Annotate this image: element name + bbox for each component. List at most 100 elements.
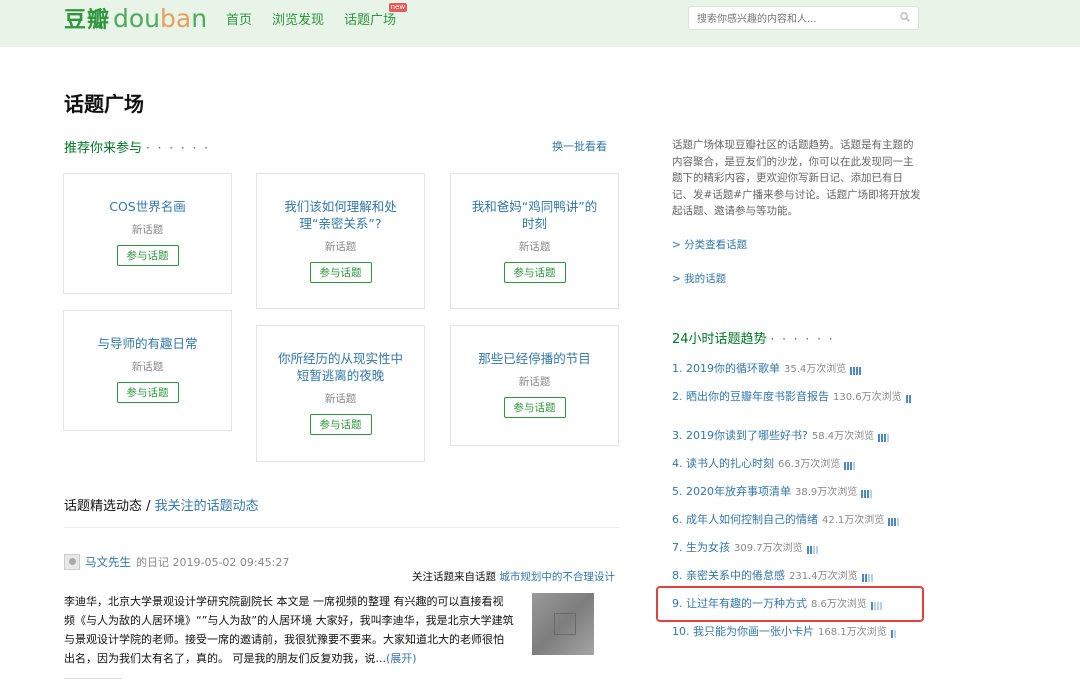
trend-title: 24小时话题趋势 (672, 332, 767, 347)
join-topic-button[interactable]: 参与话题 (309, 414, 372, 435)
trend-label[interactable]: 3. 2019你读到了哪些好书? (672, 429, 808, 442)
topic-card[interactable]: 我和爸妈“鸡同鸭讲”的时刻 新话题 参与话题 (450, 173, 619, 309)
new-badge: new (388, 3, 408, 12)
trend-bars (905, 393, 912, 403)
topic-card-sub: 新话题 (131, 224, 164, 236)
topic-card-title[interactable]: COS世界名画 (64, 198, 231, 215)
tab-separator: / (142, 499, 155, 514)
recommend-title: 推荐你来参与 (64, 141, 143, 156)
main-nav: 首页 浏览发现 话题广场 new (226, 3, 416, 28)
trend-bars (890, 628, 897, 638)
trend-item[interactable]: 1. 2019你的循环歌单 35.4万次浏览 (672, 362, 922, 377)
author-name[interactable]: 马文先生 (85, 554, 131, 570)
topic-card-title[interactable]: 与导师的有趣日常 (64, 335, 231, 352)
refresh-link[interactable]: 换一批看看 (552, 138, 607, 154)
join-topic-button[interactable]: 参与话题 (116, 382, 179, 403)
trend-bars (806, 544, 819, 554)
top-navbar: 豆瓣 douban 首页 浏览发现 话题广场 new (0, 0, 1080, 47)
join-topic-button[interactable]: 参与话题 (503, 262, 566, 283)
topic-card[interactable]: 那些已经停播的节目 新话题 参与话题 (450, 325, 619, 446)
section-dots: · · · · · · (770, 332, 835, 346)
highlight-box (656, 586, 924, 622)
nav-topics[interactable]: 话题广场 new (344, 3, 408, 28)
trend-label[interactable]: 7. 生为女孩 (672, 541, 730, 554)
trend-label[interactable]: 2. 晒出你的豆瓣年度书影音报告 (672, 390, 829, 403)
post-excerpt-text: 李迪华，北京大学景观设计学研究院副院长 本文是 一席视频的整理 有兴趣的可以直接… (64, 595, 514, 665)
trend-bars (844, 460, 856, 470)
trend-item[interactable]: 4. 读书人的扎心时刻 66.3万次浏览 (672, 457, 922, 472)
nav-home[interactable]: 首页 (226, 9, 252, 28)
join-topic-button[interactable]: 参与话题 (503, 397, 566, 418)
search-box (688, 6, 919, 31)
topic-card[interactable]: 你所经历的从现实性中短暂逃离的夜晚 新话题 参与话题 (256, 325, 425, 462)
trend-label[interactable]: 5. 2020年放弃事项清单 (672, 485, 791, 498)
logo-en-text: douban (113, 4, 208, 33)
topic-card-title[interactable]: 我们该如何理解和处理“亲密关系”? (257, 198, 424, 232)
expand-link[interactable]: (展开) (386, 652, 417, 665)
recommend-header: 推荐你来参与 · · · · · · 换一批看看 (64, 137, 619, 157)
topic-card-sub: 新话题 (518, 376, 551, 388)
avatar[interactable] (64, 554, 80, 570)
search-input[interactable] (689, 8, 889, 31)
trend-bars (861, 572, 874, 582)
browse-by-category-link[interactable]: > 分类查看话题 (672, 237, 747, 252)
topic-card-sub: 新话题 (324, 393, 357, 405)
trend-label[interactable]: 8. 亲密关系中的倦怠感 (672, 569, 785, 582)
topic-card-title[interactable]: 那些已经停播的节目 (451, 350, 618, 367)
trend-views: 168.1万次浏览 (818, 627, 887, 638)
trend-item[interactable]: 8. 亲密关系中的倦怠感 231.4万次浏览 (672, 569, 922, 584)
trend-bars (888, 516, 900, 526)
trend-header: 24小时话题趋势 · · · · · · (672, 328, 835, 347)
feed-tabs: 话题精选动态 / 我关注的话题动态 (64, 495, 259, 514)
nav-explore[interactable]: 浏览发现 (272, 9, 324, 28)
post-thumbnail[interactable] (532, 593, 594, 655)
trend-label[interactable]: 10. 我只能为你画一张小卡片 (672, 625, 814, 638)
topic-card[interactable]: 我们该如何理解和处理“亲密关系”? 新话题 参与话题 (256, 173, 425, 309)
trend-item[interactable]: 5. 2020年放弃事项清单 38.9万次浏览 (672, 485, 922, 500)
tab-featured[interactable]: 话题精选动态 (64, 499, 142, 514)
topic-card-sub: 新话题 (518, 241, 551, 253)
topic-card-sub: 新话题 (131, 361, 164, 373)
topic-source: 关注话题来自话题 城市规划中的不合理设计 (412, 569, 615, 584)
topic-card[interactable]: 与导师的有趣日常 新话题 参与话题 (63, 310, 232, 431)
trend-label[interactable]: 6. 成年人如何控制自己的情绪 (672, 513, 818, 526)
tab-following[interactable]: 我关注的话题动态 (155, 499, 259, 514)
trend-views: 130.6万次浏览 (833, 392, 902, 403)
topic-card-title[interactable]: 你所经历的从现实性中短暂逃离的夜晚 (257, 350, 424, 384)
topic-source-link[interactable]: 城市规划中的不合理设计 (499, 571, 615, 583)
trend-bars (878, 432, 890, 442)
divider (64, 527, 619, 528)
join-topic-button[interactable]: 参与话题 (309, 262, 372, 283)
search-icon[interactable] (900, 12, 910, 22)
trend-item[interactable]: 7. 生为女孩 309.7万次浏览 (672, 541, 922, 556)
trend-views: 42.1万次浏览 (822, 515, 885, 526)
trend-views: 38.9万次浏览 (795, 487, 858, 498)
my-topics-link[interactable]: > 我的话题 (672, 271, 726, 286)
topic-card-title[interactable]: 我和爸妈“鸡同鸭讲”的时刻 (451, 198, 618, 232)
post-excerpt: 李迪华，北京大学景观设计学研究院副院长 本文是 一席视频的整理 有兴趣的可以直接… (64, 592, 514, 668)
trend-views: 231.4万次浏览 (789, 571, 858, 582)
post-meta: 的日记 2019-05-02 09:45:27 (136, 556, 290, 569)
trend-item[interactable]: 10. 我只能为你画一张小卡片 168.1万次浏览 (672, 625, 922, 640)
trend-bars (850, 365, 862, 375)
trend-bars (861, 488, 873, 498)
trend-item[interactable]: 2. 晒出你的豆瓣年度书影音报告 130.6万次浏览 (672, 390, 922, 405)
trend-views: 58.4万次浏览 (811, 431, 875, 442)
trend-views: 35.4万次浏览 (784, 364, 847, 375)
topic-card-sub: 新话题 (324, 241, 357, 253)
feed-author-row: 马文先生 的日记 2019-05-02 09:45:27 (64, 554, 289, 570)
trend-item[interactable]: 3. 2019你读到了哪些好书? 58.4万次浏览 (672, 429, 922, 444)
topic-card[interactable]: COS世界名画 新话题 参与话题 (63, 173, 232, 294)
join-topic-button[interactable]: 参与话题 (116, 245, 179, 266)
page-title: 话题广场 (64, 92, 144, 116)
douban-logo[interactable]: 豆瓣 douban (64, 2, 208, 33)
trend-label[interactable]: 1. 2019你的循环歌单 (672, 362, 780, 375)
section-dots: · · · · · · (146, 141, 210, 155)
topics-intro: 话题广场体现豆瓣社区的话题趋势。话题是有主题的内容聚合，是豆友们的沙龙，你可以在… (672, 139, 921, 217)
trend-label[interactable]: 4. 读书人的扎心时刻 (672, 457, 774, 470)
trend-item[interactable]: 6. 成年人如何控制自己的情绪 42.1万次浏览 (672, 513, 922, 528)
logo-cn-text: 豆瓣 (64, 8, 111, 33)
trend-views: 309.7万次浏览 (734, 543, 803, 554)
topic-source-prefix: 关注话题来自话题 (412, 571, 496, 583)
trend-views: 66.3万次浏览 (778, 459, 841, 470)
